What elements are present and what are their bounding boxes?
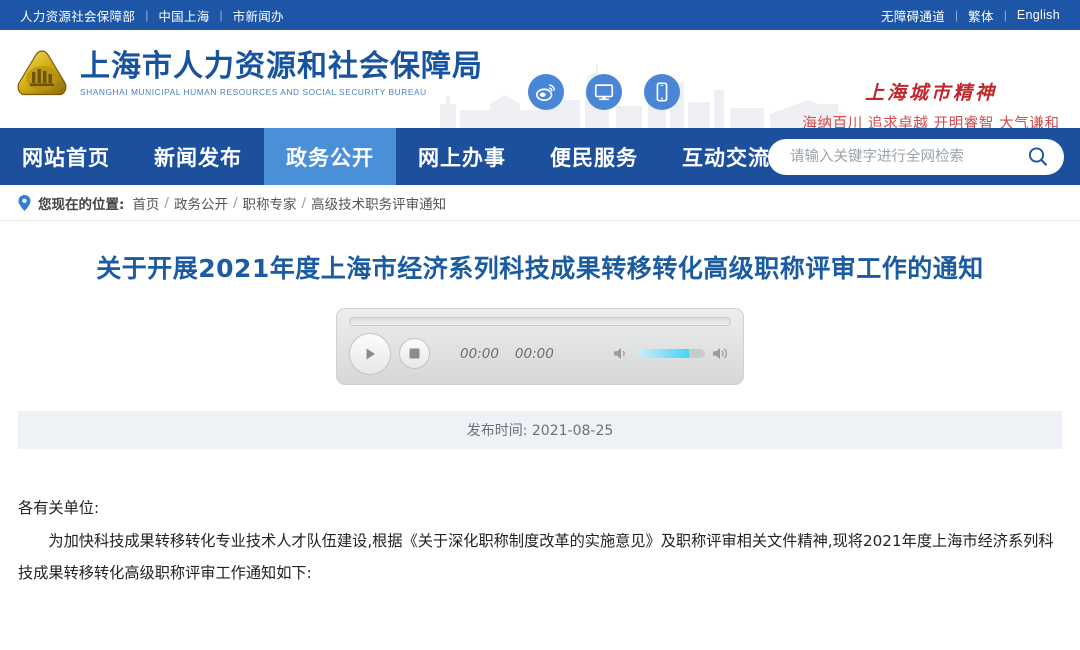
audio-time-display: 00:00 00:00: [460, 346, 554, 362]
breadcrumb-item-current[interactable]: 高级技术职务评审通知: [311, 193, 446, 213]
stop-button[interactable]: [399, 338, 430, 369]
city-spirit-subtitle: 海纳百川 追求卓越 开明睿智 大气谦和: [802, 116, 1060, 128]
play-button[interactable]: [349, 332, 391, 375]
audio-progress-bar[interactable]: [349, 316, 731, 326]
city-spirit-banner: 上海城市精神 海纳百川 追求卓越 开明睿智 大气谦和: [796, 78, 1066, 128]
audio-volume-control: [613, 346, 731, 361]
breadcrumb-separator: /: [232, 194, 238, 211]
breadcrumb-item-home[interactable]: 首页: [132, 193, 159, 213]
publish-date-text: 发布时间: 2021-08-25: [466, 422, 614, 439]
weibo-icon: [536, 84, 556, 102]
publish-date-bar: 发布时间: 2021-08-25: [18, 410, 1062, 449]
nav-item-government-affairs[interactable]: 政务公开: [264, 128, 396, 185]
volume-slider-fill: [637, 349, 689, 358]
search-icon[interactable]: [1026, 145, 1050, 169]
breadcrumb-separator: /: [164, 194, 169, 211]
breadcrumb-separator: /: [301, 194, 307, 211]
topbar-separator: |: [145, 8, 149, 22]
search-input[interactable]: [788, 147, 1026, 166]
play-icon: [366, 348, 375, 359]
site-header: 上海市人力资源和社会保障局 SHANGHAI MUNICIPAL HUMAN R…: [0, 30, 1080, 128]
article-body: 各有关单位: 为加快科技成果转移转化专业技术人才队伍建设,根据《关于深化职称制度…: [18, 493, 1062, 591]
volume-high-icon[interactable]: [712, 346, 731, 361]
volume-low-icon[interactable]: [613, 346, 630, 361]
article-container: 关于开展2021年度上海市经济系列科技成果转移转化高级职称评审工作的通知 00:…: [0, 253, 1080, 385]
brand-text-block: 上海市人力资源和社会保障局 SHANGHAI MUNICIPAL HUMAN R…: [80, 48, 483, 97]
topbar-separator: |: [219, 8, 223, 22]
header-quick-icons: [528, 74, 680, 110]
site-brand[interactable]: 上海市人力资源和社会保障局 SHANGHAI MUNICIPAL HUMAN R…: [14, 48, 483, 100]
topbar-link-mohrss[interactable]: 人力资源社会保障部: [20, 6, 135, 25]
mobile-phone-icon: [656, 82, 668, 102]
audio-total-time: 00:00: [514, 345, 554, 362]
volume-slider[interactable]: [637, 349, 705, 358]
article-paragraph-salutation: 各有关单位:: [18, 498, 100, 517]
topbar-right-links: 无障碍通道 | 繁体 | English: [881, 6, 1060, 25]
nav-item-online-services[interactable]: 网上办事: [396, 128, 528, 185]
page-title: 关于开展2021年度上海市经济系列科技成果转移转化高级职称评审工作的通知: [96, 254, 984, 283]
location-pin-icon: [18, 194, 31, 211]
audio-player-wrapper: 00:00 00:00: [18, 307, 1062, 385]
brand-name-en: SHANGHAI MUNICIPAL HUMAN RESOURCES AND S…: [80, 86, 427, 97]
shanghai-hrss-emblem-icon: [17, 50, 67, 96]
audio-controls: 00:00 00:00: [349, 332, 731, 375]
nav-item-news[interactable]: 新闻发布: [132, 128, 264, 185]
breadcrumb: 您现在的位置: 首页 / 政务公开 / 职称专家 / 高级技术职务评审通知: [0, 185, 1080, 221]
nav-item-home[interactable]: 网站首页: [0, 128, 132, 185]
top-utility-bar: 人力资源社会保障部 | 中国上海 | 市新闻办 无障碍通道 | 繁体 | Eng…: [0, 0, 1080, 30]
topbar-link-english[interactable]: English: [1017, 8, 1060, 22]
topbar-link-press-office[interactable]: 市新闻办: [233, 6, 284, 25]
audio-player[interactable]: 00:00 00:00: [336, 307, 744, 385]
topbar-separator: |: [1003, 8, 1007, 22]
search-box[interactable]: [768, 138, 1064, 175]
main-navigation: 网站首页 新闻发布 政务公开 网上办事 便民服务 互动交流: [0, 128, 1080, 185]
breadcrumb-item-government-affairs[interactable]: 政务公开: [174, 193, 228, 213]
nav-item-public-services[interactable]: 便民服务: [528, 128, 660, 185]
article-paragraph-1: 为加快科技成果转移转化专业技术人才队伍建设,根据《关于深化职称制度改革的实施意见…: [18, 532, 1054, 583]
topbar-link-china-shanghai[interactable]: 中国上海: [158, 6, 209, 25]
breadcrumb-item-title-experts[interactable]: 职称专家: [243, 193, 297, 213]
brand-name-cn: 上海市人力资源和社会保障局: [80, 48, 483, 84]
audio-current-time: 00:00: [460, 345, 499, 362]
mobile-phone-icon-button[interactable]: [644, 74, 680, 110]
city-spirit-title: 上海城市精神: [864, 82, 997, 104]
topbar-link-traditional-chinese[interactable]: 繁体: [968, 6, 994, 25]
stop-icon: [409, 348, 420, 359]
topbar-left-links: 人力资源社会保障部 | 中国上海 | 市新闻办: [20, 6, 284, 25]
weibo-icon-button[interactable]: [528, 74, 564, 110]
desktop-monitor-icon-button[interactable]: [586, 74, 622, 110]
topbar-separator: |: [955, 8, 959, 22]
breadcrumb-label: 您现在的位置:: [38, 196, 125, 213]
desktop-monitor-icon: [594, 84, 614, 101]
topbar-link-accessibility[interactable]: 无障碍通道: [881, 6, 945, 25]
